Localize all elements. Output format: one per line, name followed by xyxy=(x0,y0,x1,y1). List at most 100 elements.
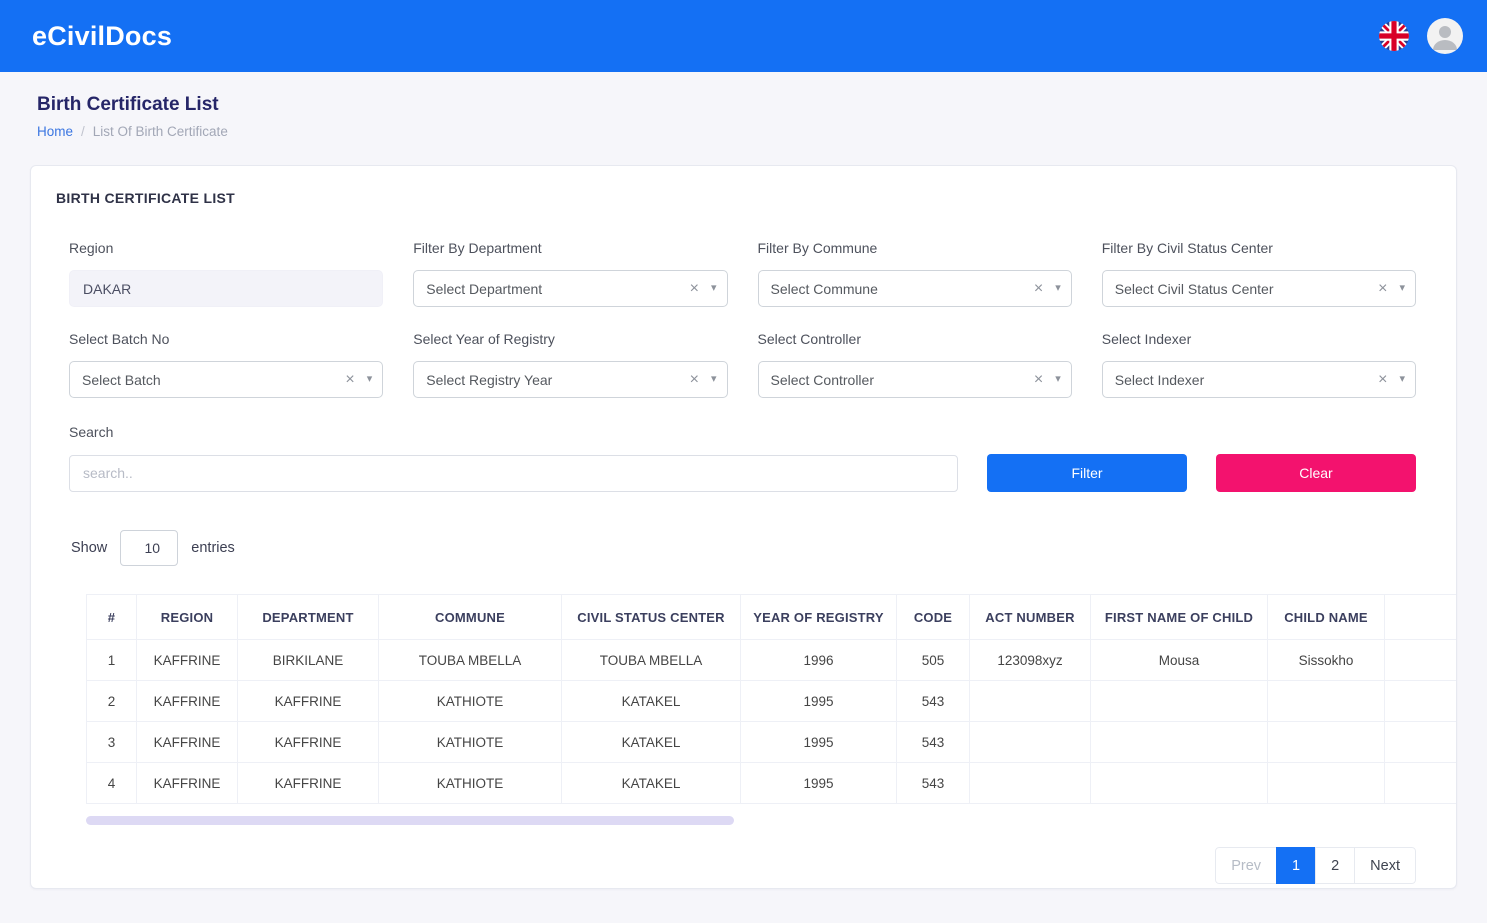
uk-flag-icon[interactable] xyxy=(1379,21,1409,51)
table-cell xyxy=(1385,722,1457,763)
registry-year-select[interactable]: Select Registry Year×▾ xyxy=(413,361,727,398)
clear-selection-icon[interactable]: × xyxy=(345,372,354,388)
table-cell xyxy=(1268,763,1385,804)
table-cell: 2 xyxy=(87,681,137,722)
clear-selection-icon[interactable]: × xyxy=(1378,372,1387,388)
filter-field-region: Region xyxy=(69,240,383,307)
chevron-down-icon[interactable]: ▾ xyxy=(1055,374,1061,385)
filter-field-registry-year: Select Year of RegistrySelect Registry Y… xyxy=(413,331,727,398)
department-select[interactable]: Select Department×▾ xyxy=(413,270,727,307)
select-icons: ×▾ xyxy=(1378,281,1405,297)
table-body: 1KAFFRINEBIRKILANETOUBA MBELLATOUBA MBEL… xyxy=(87,640,1457,804)
show-entries-after: entries xyxy=(191,540,235,556)
filter-button[interactable]: Filter xyxy=(987,454,1187,492)
table-cell xyxy=(1268,681,1385,722)
chevron-down-icon[interactable]: ▾ xyxy=(711,374,717,385)
table-cell: KATHIOTE xyxy=(379,763,562,804)
region-input[interactable] xyxy=(69,270,383,307)
chevron-down-icon[interactable]: ▾ xyxy=(1055,283,1061,294)
filter-field-controller: Select ControllerSelect Controller×▾ xyxy=(758,331,1072,398)
table-row: 4KAFFRINEKAFFRINEKATHIOTEKATAKEL1995543 xyxy=(87,763,1457,804)
filter-field-civil-status-center: Filter By Civil Status Center Select Civi… xyxy=(1102,240,1416,307)
select-icons: ×▾ xyxy=(690,372,717,388)
table-cell: Sissokho xyxy=(1268,640,1385,681)
clear-selection-icon[interactable]: × xyxy=(1034,281,1043,297)
registry-year-select-placeholder: Select Registry Year xyxy=(426,372,552,388)
column-header: CIVIL STATUS CENTER xyxy=(562,595,741,640)
top-navbar: eCivilDocs xyxy=(0,0,1487,72)
clear-button[interactable]: Clear xyxy=(1216,454,1416,492)
table-cell: 1995 xyxy=(741,681,897,722)
breadcrumb: Home / List Of Birth Certificate xyxy=(37,124,1457,139)
filters-grid: RegionFilter By DepartmentSelect Departm… xyxy=(69,240,1416,398)
chevron-down-icon[interactable]: ▾ xyxy=(1399,374,1405,385)
indexer-select[interactable]: Select Indexer×▾ xyxy=(1102,361,1416,398)
filter-field-department: Filter By DepartmentSelect Department×▾ xyxy=(413,240,727,307)
topbar-right xyxy=(1379,18,1463,54)
clear-selection-icon[interactable]: × xyxy=(1378,281,1387,297)
clear-selection-icon[interactable]: × xyxy=(690,281,699,297)
civil-status-center-select-placeholder: Select Civil Status Center xyxy=(1115,281,1274,297)
table-cell xyxy=(970,722,1091,763)
table-cell: 123098xyz xyxy=(970,640,1091,681)
table-cell: KAFFRINE xyxy=(137,640,238,681)
column-header: DEPARTMENT xyxy=(238,595,379,640)
clear-selection-icon[interactable]: × xyxy=(1034,372,1043,388)
breadcrumb-home-link[interactable]: Home xyxy=(37,124,73,139)
table-cell xyxy=(1091,722,1268,763)
table-cell: KAFFRINE xyxy=(238,763,379,804)
table-cell xyxy=(1385,681,1457,722)
table-cell: 543 xyxy=(897,681,970,722)
table-cell: Mousa xyxy=(1091,640,1268,681)
clear-selection-icon[interactable]: × xyxy=(690,372,699,388)
entries-count-input[interactable] xyxy=(120,530,178,566)
column-header: CHILD NAME xyxy=(1268,595,1385,640)
filter-label: Filter By Civil Status Center xyxy=(1102,240,1416,256)
table-cell: 543 xyxy=(897,763,970,804)
batch-no-select[interactable]: Select Batch×▾ xyxy=(69,361,383,398)
select-icons: ×▾ xyxy=(345,372,372,388)
civil-status-center-select[interactable]: Select Civil Status Center×▾ xyxy=(1102,270,1416,307)
pagination-next-button[interactable]: Next xyxy=(1354,847,1416,884)
table-cell: KAFFRINE xyxy=(137,681,238,722)
search-input[interactable] xyxy=(69,455,958,492)
filter-label: Filter By Commune xyxy=(758,240,1072,256)
table-cell: KATAKEL xyxy=(562,763,741,804)
pagination-page-1[interactable]: 1 xyxy=(1276,847,1316,884)
filter-label: Filter By Department xyxy=(413,240,727,256)
table-cell: KATAKEL xyxy=(562,681,741,722)
table-cell: 505 xyxy=(897,640,970,681)
chevron-down-icon[interactable]: ▾ xyxy=(367,374,373,385)
app-logo: eCivilDocs xyxy=(32,21,172,52)
column-header: COMMUNE xyxy=(379,595,562,640)
page-head: Birth Certificate List Home / List Of Bi… xyxy=(0,72,1487,139)
chevron-down-icon[interactable]: ▾ xyxy=(1399,283,1405,294)
search-row: Filter Clear xyxy=(69,454,1416,492)
column-header: FIRST NAME OF CHILD xyxy=(1091,595,1268,640)
filter-label: Select Batch No xyxy=(69,331,383,347)
table-cell: KAFFRINE xyxy=(238,681,379,722)
chevron-down-icon[interactable]: ▾ xyxy=(711,283,717,294)
table-row: 3KAFFRINEKAFFRINEKATHIOTEKATAKEL1995543 xyxy=(87,722,1457,763)
pagination-prev-button[interactable]: Prev xyxy=(1215,847,1277,884)
table-head: #REGIONDEPARTMENTCOMMUNECIVIL STATUS CEN… xyxy=(87,595,1457,640)
pagination-row: Prev 12Next xyxy=(31,847,1416,884)
commune-select[interactable]: Select Commune×▾ xyxy=(758,270,1072,307)
pagination-page-2[interactable]: 2 xyxy=(1315,847,1355,884)
table-cell: KATAKEL xyxy=(562,722,741,763)
user-avatar[interactable] xyxy=(1427,18,1463,54)
table-row: 1KAFFRINEBIRKILANETOUBA MBELLATOUBA MBEL… xyxy=(87,640,1457,681)
table-cell xyxy=(1385,763,1457,804)
birth-certificate-panel: BIRTH CERTIFICATE LIST RegionFilter By D… xyxy=(30,165,1457,889)
horizontal-scrollbar[interactable] xyxy=(86,816,1426,825)
column-header: ACT NUMBER xyxy=(970,595,1091,640)
table-cell: KAFFRINE xyxy=(137,722,238,763)
controller-select[interactable]: Select Controller×▾ xyxy=(758,361,1072,398)
filter-label: Region xyxy=(69,240,383,256)
show-entries-before: Show xyxy=(71,540,107,556)
pagination: Prev 12Next xyxy=(1215,847,1416,884)
table-wrapper: #REGIONDEPARTMENTCOMMUNECIVIL STATUS CEN… xyxy=(86,594,1456,804)
select-icons: ×▾ xyxy=(690,281,717,297)
horizontal-scrollbar-thumb[interactable] xyxy=(86,816,734,825)
table-cell: 1996 xyxy=(741,640,897,681)
